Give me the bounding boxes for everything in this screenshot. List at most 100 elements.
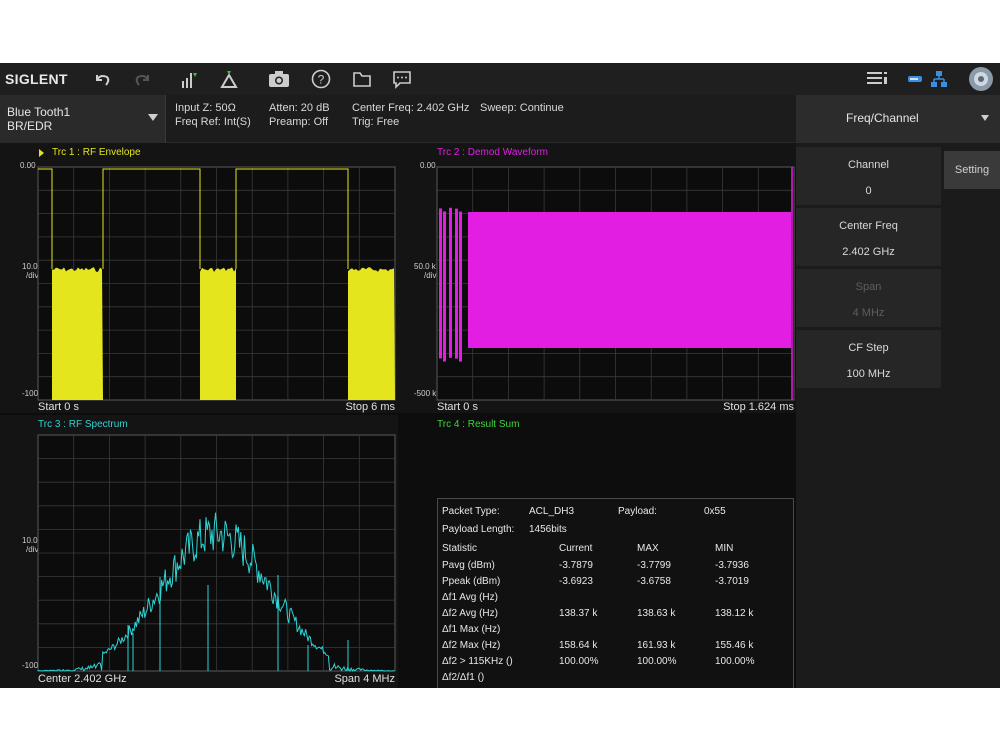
trace1-start: Start 0 s — [38, 401, 79, 413]
table-header: Current — [559, 543, 593, 554]
demod-preamble-pulse — [455, 208, 458, 359]
softkey-menu: Freq/Channel Setting Channel 0 Center Fr… — [796, 95, 1000, 688]
analyzer-screen: SIGLENT ? Blue Tooth1 BR/EDR Input Z: 50… — [0, 63, 1000, 688]
menu-item-label: Center Freq — [839, 220, 898, 232]
statistic-value: -3.6923 — [559, 576, 593, 587]
statistic-value: 138.37 k — [559, 608, 598, 619]
tab-setting[interactable]: Setting — [944, 151, 1000, 189]
trace2-start: Start 0 s — [437, 401, 478, 413]
input-impedance[interactable]: Input Z: 50Ω — [175, 102, 236, 114]
trace2-y-top: 0.00 — [420, 161, 436, 170]
payload-length-value: 1456bits — [529, 524, 567, 535]
center-freq-info[interactable]: Center Freq: 2.402 GHz — [352, 102, 469, 114]
mode-selector[interactable]: Blue Tooth1 BR/EDR — [0, 95, 166, 143]
marker-icon[interactable] — [219, 69, 239, 89]
envelope-burst — [348, 267, 395, 400]
trace2-title: Trc 2 : Demod Waveform — [437, 147, 548, 158]
menu-item-label: CF Step — [848, 342, 889, 354]
demod-preamble-pulse — [449, 207, 452, 358]
sweep-mode[interactable]: Sweep: Continue — [480, 102, 564, 114]
demod-waveform-fill — [468, 212, 791, 348]
statistic-name: Ppeak (dBm) — [442, 576, 501, 587]
trace2-y-div: /div — [424, 271, 437, 280]
payload-length-label: Payload Length: — [442, 524, 515, 535]
trigger-mode[interactable]: Trig: Free — [352, 116, 399, 128]
trace3-title: Trc 3 : RF Spectrum — [38, 419, 128, 430]
menu-item-label: Channel — [848, 159, 889, 171]
statistic-name: Δf2/Δf1 () — [442, 672, 485, 683]
preamp[interactable]: Preamp: Off — [269, 116, 328, 128]
redo-icon[interactable] — [133, 69, 153, 89]
payload-value: 0x55 — [704, 506, 726, 517]
trace3-panel[interactable]: Trc 3 : RF Spectrum 10.0 /div -100 Cente… — [0, 415, 398, 688]
demod-preamble-pulse — [459, 211, 462, 362]
trace1-plot[interactable] — [37, 166, 396, 401]
statistic-value: 138.12 k — [715, 608, 754, 619]
chevron-down-icon — [981, 115, 989, 121]
help-icon[interactable]: ? — [311, 69, 331, 89]
result-summary-table: Packet Type: ACL_DH3 Payload: 0x55 Paylo… — [437, 498, 794, 688]
mode-name: Blue Tooth1 — [7, 105, 71, 119]
statistic-name: Pavg (dBm) — [442, 560, 495, 571]
menu-item-value: 4 MHz — [852, 307, 885, 319]
trace1-title: Trc 1 : RF Envelope — [52, 147, 141, 158]
dropdown-arrow-icon — [148, 114, 158, 121]
trace1-y-scale: 10.0 — [22, 262, 38, 271]
freq-ref[interactable]: Freq Ref: Int(S) — [175, 116, 251, 128]
menu-item-label: Span — [855, 281, 882, 293]
trace2-y-bottom: -500 k — [414, 389, 437, 398]
statistic-name: Δf2 Avg (Hz) — [442, 608, 498, 619]
trace3-y-scale: 10.0 — [22, 536, 38, 545]
statistic-name: Δf2 > 115KHz () — [442, 656, 513, 667]
attenuation[interactable]: Atten: 20 dB — [269, 102, 330, 114]
settings-icon[interactable] — [968, 66, 993, 91]
folder-icon[interactable] — [352, 69, 372, 89]
network-icon — [931, 71, 947, 87]
statistic-value: 100.00% — [715, 656, 755, 667]
statistic-value: -3.7799 — [637, 560, 671, 571]
svg-text:?: ? — [318, 73, 325, 87]
statistic-value: 100.00% — [637, 656, 677, 667]
statistic-name: Δf1 Max (Hz) — [442, 624, 501, 635]
trace2-panel[interactable]: Trc 2 : Demod Waveform 0.00 50.0 k /div … — [398, 143, 796, 413]
statistic-value: 158.64 k — [559, 640, 598, 651]
demod-preamble-pulse — [439, 208, 442, 359]
marker-peak-icon[interactable] — [180, 69, 200, 89]
statistic-value: -3.6758 — [637, 576, 671, 587]
table-header: MAX — [637, 543, 659, 554]
trace3-y-div: /div — [26, 545, 39, 554]
statistic-value: 155.46 k — [715, 640, 754, 651]
menu-item-value: 0 — [865, 185, 872, 197]
trace2-stop: Stop 1.624 ms — [723, 401, 794, 413]
table-header: MIN — [715, 543, 734, 554]
menu-header[interactable]: Freq/Channel — [796, 95, 1000, 143]
trace3-plot[interactable] — [37, 434, 396, 673]
menu-item-center-freq[interactable]: Center Freq 2.402 GHz — [796, 208, 941, 266]
menu-list-icon[interactable] — [866, 69, 887, 89]
trace1-y-top: 0.00 — [20, 161, 36, 170]
statistic-value: 100.00% — [559, 656, 599, 667]
demod-preamble-pulse — [443, 211, 446, 362]
mode-standard: BR/EDR — [7, 119, 53, 133]
trace3-span: Span 4 MHz — [334, 673, 395, 685]
toolbar: SIGLENT ? — [0, 63, 1000, 95]
message-icon[interactable] — [392, 69, 412, 89]
menu-item-channel[interactable]: Channel 0 — [796, 147, 941, 205]
statistic-value: -3.7936 — [715, 560, 749, 571]
payload-label: Payload: — [618, 506, 657, 517]
packet-type-label: Packet Type: — [442, 506, 500, 517]
statistic-name: Δf2 Max (Hz) — [442, 640, 501, 651]
status-info-bar: Blue Tooth1 BR/EDR Input Z: 50Ω Freq Ref… — [0, 95, 796, 143]
trace1-panel[interactable]: Trc 1 : RF Envelope 0.00 10.0 /div -100 … — [0, 143, 398, 413]
undo-icon[interactable] — [92, 69, 112, 89]
menu-title: Freq/Channel — [846, 111, 919, 125]
trace-select-arrow-icon — [39, 149, 44, 157]
table-header: Statistic — [442, 543, 478, 554]
envelope-burst — [200, 267, 236, 400]
trace2-plot[interactable] — [436, 166, 795, 401]
envelope-burst — [52, 267, 103, 400]
trace1-stop: Stop 6 ms — [345, 401, 395, 413]
menu-item-value: 100 MHz — [846, 368, 891, 380]
camera-icon[interactable] — [268, 69, 289, 89]
menu-item-cf-step[interactable]: CF Step 100 MHz — [796, 330, 941, 388]
